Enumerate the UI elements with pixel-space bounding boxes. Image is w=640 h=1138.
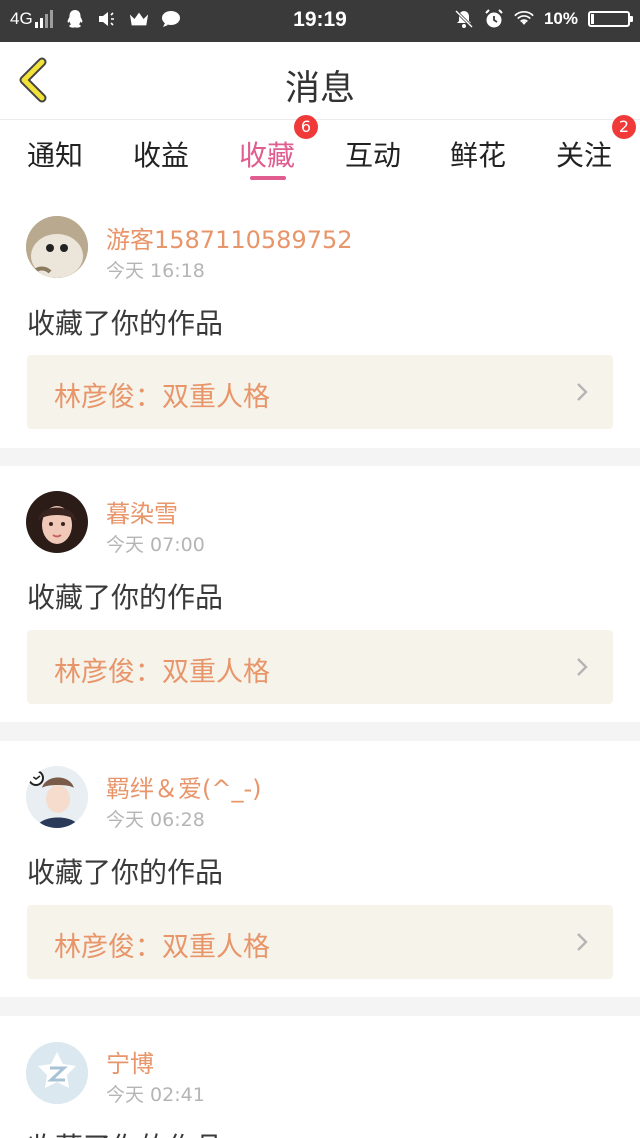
page-title: 消息 xyxy=(284,69,355,109)
user-avatar[interactable] xyxy=(26,1042,88,1104)
action-text: 收藏了你的作品 xyxy=(27,856,224,889)
user-avatar[interactable] xyxy=(26,216,88,278)
work-title: 林彦俊：双重人格 xyxy=(54,382,270,413)
tab-favorites[interactable]: 收藏 xyxy=(227,134,307,174)
message-time: 今天 16:18 xyxy=(106,260,205,282)
wifi-icon xyxy=(514,9,534,29)
app-header: 消息 xyxy=(0,42,640,120)
user-avatar[interactable] xyxy=(26,491,88,553)
message-card: 宁博 今天 02:41 收藏了你的作品 xyxy=(0,1016,640,1138)
username[interactable]: 游客1587110589752 xyxy=(106,220,353,255)
work-title: 林彦俊：双重人格 xyxy=(54,932,270,963)
username[interactable]: 暮染雪 xyxy=(106,494,178,529)
work-title: 林彦俊：双重人格 xyxy=(54,657,270,688)
tab-bar: 通知 收益 收藏 6 互动 鲜花 关注 2 xyxy=(0,115,640,192)
work-link[interactable]: 林彦俊：双重人格 xyxy=(27,905,613,979)
tab-flowers[interactable]: 鲜花 xyxy=(438,134,518,174)
tab-interactions[interactable]: 互动 xyxy=(333,134,413,174)
work-link[interactable]: 林彦俊：双重人格 xyxy=(27,630,613,704)
message-card: 暮染雪 今天 07:00 收藏了你的作品 林彦俊：双重人格 xyxy=(0,466,640,722)
tab-notifications[interactable]: 通知 xyxy=(15,134,95,174)
user-avatar[interactable] xyxy=(26,766,88,828)
message-time: 今天 02:41 xyxy=(106,1084,205,1106)
status-bar: 4G 19:19 10% xyxy=(0,0,640,42)
alarm-icon xyxy=(484,9,504,29)
favorites-badge: 6 xyxy=(294,115,318,139)
mute-bell-icon xyxy=(454,9,474,29)
chevron-right-icon xyxy=(577,383,588,401)
message-time: 今天 06:28 xyxy=(106,809,205,831)
chevron-right-icon xyxy=(577,658,588,676)
battery-percent: 10% xyxy=(543,9,578,28)
action-text: 收藏了你的作品 xyxy=(27,581,224,614)
active-tab-indicator xyxy=(250,176,286,180)
username[interactable]: 宁博 xyxy=(106,1044,154,1079)
message-time: 今天 07:00 xyxy=(106,534,205,556)
message-card: 游客1587110589752 今天 16:18 收藏了你的作品 林彦俊：双重人… xyxy=(0,192,640,448)
chevron-right-icon xyxy=(577,933,588,951)
work-link[interactable]: 林彦俊：双重人格 xyxy=(27,355,613,429)
action-text: 收藏了你的作品 xyxy=(27,307,224,340)
action-text: 收藏了你的作品 xyxy=(27,1126,223,1138)
message-card: 羁绊＆爱(^_-) 今天 06:28 收藏了你的作品 林彦俊：双重人格 xyxy=(0,741,640,997)
tab-earnings[interactable]: 收益 xyxy=(121,134,201,174)
battery-icon xyxy=(588,11,633,27)
username[interactable]: 羁绊＆爱(^_-) xyxy=(106,769,262,804)
tab-following[interactable]: 关注 xyxy=(544,134,624,174)
following-badge: 2 xyxy=(612,115,636,139)
